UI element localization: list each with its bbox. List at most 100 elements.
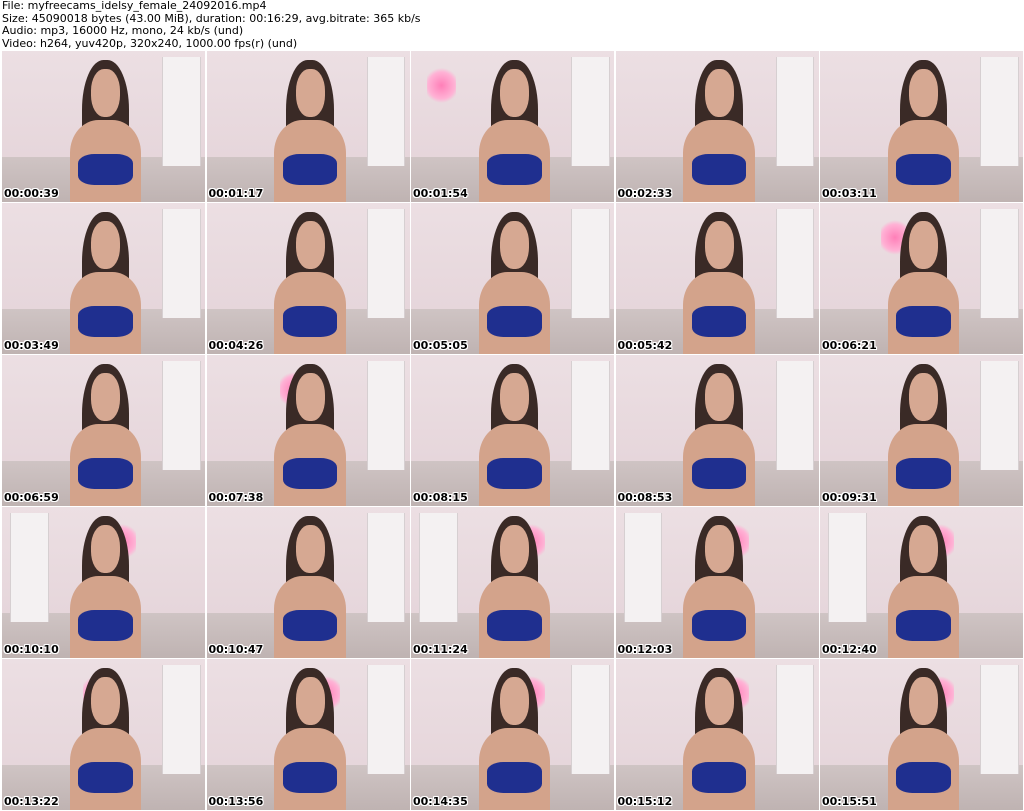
thumbnail-timestamp: 00:01:17 <box>208 187 264 200</box>
video-thumbnail[interactable]: 00:14:35 <box>411 659 614 810</box>
video-thumbnail[interactable]: 00:06:21 <box>820 203 1023 354</box>
figure-top <box>896 609 951 641</box>
figure-top <box>896 457 951 489</box>
figure-face <box>500 524 529 573</box>
video-thumbnail[interactable]: 00:06:59 <box>2 355 205 506</box>
video-thumbnail[interactable]: 00:01:54 <box>411 51 614 202</box>
video-thumbnail[interactable]: 00:08:53 <box>615 355 819 506</box>
figure-top <box>78 761 133 793</box>
thumbnail-door <box>162 665 201 774</box>
figure-face <box>704 68 734 117</box>
thumbnail-timestamp: 00:14:35 <box>413 795 468 808</box>
thumbnail-door <box>366 665 406 774</box>
figure-top <box>78 457 133 489</box>
figure-face <box>91 220 120 269</box>
figure-face <box>909 68 938 117</box>
thumbnail-timestamp: 00:12:03 <box>617 643 673 656</box>
thumbnail-figure <box>63 668 148 810</box>
video-thumbnail[interactable]: 00:01:17 <box>206 51 410 202</box>
figure-top <box>78 305 133 337</box>
figure-face <box>704 524 734 573</box>
thumbnail-figure <box>881 668 966 810</box>
thumbnail-figure <box>63 364 148 506</box>
thumbnail-timestamp: 00:15:51 <box>822 795 877 808</box>
video-thumbnail[interactable]: 00:02:33 <box>615 51 819 202</box>
thumbnail-figure <box>472 668 557 810</box>
thumbnail-timestamp: 00:00:39 <box>4 187 59 200</box>
figure-face <box>909 220 938 269</box>
thumbnail-timestamp: 00:03:11 <box>822 187 877 200</box>
figure-top <box>691 609 747 641</box>
figure-face <box>909 676 938 725</box>
thumbnail-figure <box>881 364 966 506</box>
figure-top <box>282 457 338 489</box>
figure-top <box>78 153 133 185</box>
figure-face <box>91 676 120 725</box>
thumbnail-figure <box>267 364 352 506</box>
thumbnail-figure <box>676 212 761 354</box>
figure-top <box>487 305 542 337</box>
video-thumbnail[interactable]: 00:10:47 <box>206 507 410 658</box>
thumbnail-figure <box>881 212 966 354</box>
video-thumbnail[interactable]: 00:05:05 <box>411 203 614 354</box>
figure-top <box>691 305 747 337</box>
thumbnail-figure <box>676 516 761 658</box>
video-thumbnail[interactable]: 00:08:15 <box>411 355 614 506</box>
thumbnail-timestamp: 00:05:05 <box>413 339 468 352</box>
video-info-line: Video: h264, yuv420p, 320x240, 1000.00 f… <box>2 36 298 50</box>
figure-face <box>704 372 734 421</box>
video-thumbnail[interactable]: 00:03:49 <box>2 203 205 354</box>
thumbnail-figure <box>472 364 557 506</box>
thumbnail-figure <box>63 60 148 202</box>
thumbnail-timestamp: 00:09:31 <box>822 491 877 504</box>
video-thumbnail[interactable]: 00:09:31 <box>820 355 1023 506</box>
figure-face <box>91 68 120 117</box>
figure-top <box>691 457 747 489</box>
figure-top <box>487 153 542 185</box>
thumbnail-door <box>366 513 406 622</box>
thumbnail-figure <box>63 516 148 658</box>
video-thumbnail[interactable]: 00:07:38 <box>206 355 410 506</box>
file-name-line: File: myfreecams_idelsy_female_24092016.… <box>2 0 267 12</box>
figure-top <box>487 761 542 793</box>
video-thumbnail[interactable]: 00:15:51 <box>820 659 1023 810</box>
figure-top <box>282 761 338 793</box>
file-info-header: File: myfreecams_idelsy_female_24092016.… <box>2 0 1022 50</box>
video-thumbnail[interactable]: 00:11:24 <box>411 507 614 658</box>
thumbnail-door <box>366 361 406 470</box>
video-thumbnail[interactable]: 00:05:42 <box>615 203 819 354</box>
figure-top <box>691 153 747 185</box>
thumbnail-timestamp: 00:06:21 <box>822 339 877 352</box>
video-thumbnail[interactable]: 00:03:11 <box>820 51 1023 202</box>
thumbnail-door <box>623 513 663 622</box>
video-thumbnail[interactable]: 00:15:12 <box>615 659 819 810</box>
thumbnail-door <box>366 57 406 166</box>
thumbnail-timestamp: 00:12:40 <box>822 643 877 656</box>
thumbnail-timestamp: 00:08:53 <box>617 491 673 504</box>
thumbnail-door <box>980 57 1019 166</box>
video-thumbnail[interactable]: 00:10:10 <box>2 507 205 658</box>
thumbnail-door <box>775 57 815 166</box>
thumbnail-timestamp: 00:03:49 <box>4 339 59 352</box>
thumbnail-figure <box>472 212 557 354</box>
thumbnail-figure <box>881 60 966 202</box>
video-thumbnail[interactable]: 00:13:56 <box>206 659 410 810</box>
figure-top <box>896 153 951 185</box>
thumbnail-door <box>571 361 610 470</box>
video-thumbnail[interactable]: 00:00:39 <box>2 51 205 202</box>
video-thumbnail[interactable]: 00:12:03 <box>615 507 819 658</box>
video-thumbnail[interactable]: 00:13:22 <box>2 659 205 810</box>
thumbnail-figure <box>676 668 761 810</box>
thumbnail-figure <box>267 60 352 202</box>
video-thumbnail[interactable]: 00:04:26 <box>206 203 410 354</box>
figure-face <box>704 676 734 725</box>
thumbnail-door <box>10 513 49 622</box>
thumbnail-figure <box>267 668 352 810</box>
thumbnail-timestamp: 00:13:22 <box>4 795 59 808</box>
thumbnail-timestamp: 00:05:42 <box>617 339 673 352</box>
video-thumbnail[interactable]: 00:12:40 <box>820 507 1023 658</box>
figure-face <box>295 68 325 117</box>
figure-face <box>500 68 529 117</box>
thumbnail-door <box>162 209 201 318</box>
thumbnail-figure <box>267 212 352 354</box>
